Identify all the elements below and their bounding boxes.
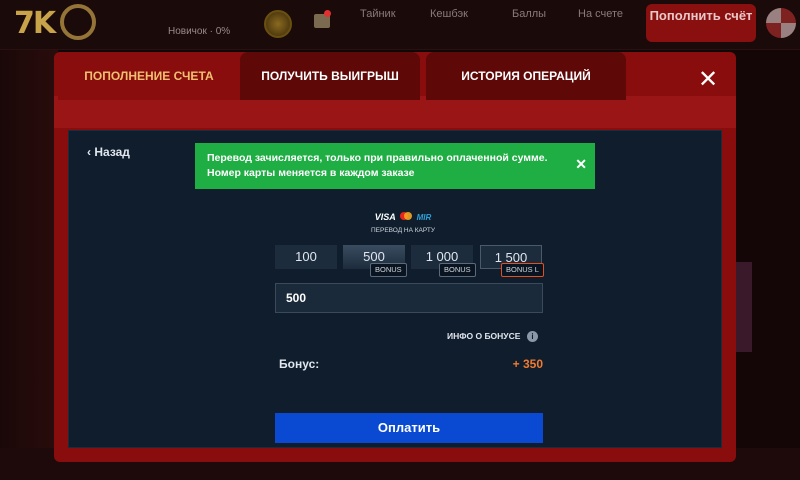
nav-stash[interactable]: Тайник [360,8,396,20]
site-logo[interactable]: 7K [14,6,56,41]
background-card [736,262,752,352]
pay-button[interactable]: Оплатить [275,413,543,443]
alert-close-icon[interactable]: ✕ [575,157,587,172]
modal-header-stripe [54,96,736,128]
top-bar: 7K Новичок · 0% Тайник Кешбэк Баллы На с… [0,0,800,50]
back-button[interactable]: ‹ Назад [87,145,130,159]
deposit-panel: ‹ Назад Перевод зачисляется, только при … [68,130,722,448]
logo-chip-icon [60,4,96,40]
info-icon[interactable]: i [527,331,538,342]
alert-text: Перевод зачисляется, только при правильн… [207,152,548,179]
back-label: Назад [94,145,130,159]
bonus-tag: BONUS [370,263,407,277]
tab-withdraw[interactable]: ПОЛУЧИТЬ ВЫИГРЫШ [240,52,420,100]
info-alert: Перевод зачисляется, только при правильн… [195,143,595,189]
payment-modal: ПОПОЛНЕНИЕ СЧЕТА ПОЛУЧИТЬ ВЫИГРЫШ ИСТОРИ… [54,52,736,462]
payment-method-logo[interactable]: VISA MIR ПЕРЕВОД НА КАРТУ [363,207,443,234]
payment-method-caption: ПЕРЕВОД НА КАРТУ [370,227,436,234]
close-icon[interactable]: ✕ [694,66,722,94]
amount-option-100[interactable]: 100 [275,245,337,269]
bonus-tag: BONUS [439,263,476,277]
mastercard-icon [400,211,413,220]
tab-history[interactable]: ИСТОРИЯ ОПЕРАЦИЙ [426,52,626,100]
topup-button[interactable]: Пополнить счёт [646,4,756,42]
rank-progress: Новичок · 0% [168,26,231,37]
bonus-label: Бонус: [279,357,320,371]
level-badge-icon[interactable] [264,10,292,38]
mir-logo: MIR [416,213,432,222]
background-left [0,50,58,480]
modal-tabs: ПОПОЛНЕНИЕ СЧЕТА ПОЛУЧИТЬ ВЫИГРЫШ ИСТОРИ… [54,52,736,100]
avatar[interactable] [766,8,796,38]
amount-input[interactable]: 500 [275,283,543,313]
nav-points[interactable]: Баллы [512,8,546,20]
nav-balance[interactable]: На счете [578,8,623,20]
notification-dot [324,10,331,17]
visa-logo: VISA [374,212,396,222]
bonus-tag-level: BONUS L [501,263,544,277]
tab-deposit[interactable]: ПОПОЛНЕНИЕ СЧЕТА [58,52,240,100]
nav-cashback[interactable]: Кешбэк [430,8,468,20]
bonus-info-link[interactable]: ИНФО О БОНУСЕ [447,331,520,341]
bonus-value: + 350 [512,357,543,371]
